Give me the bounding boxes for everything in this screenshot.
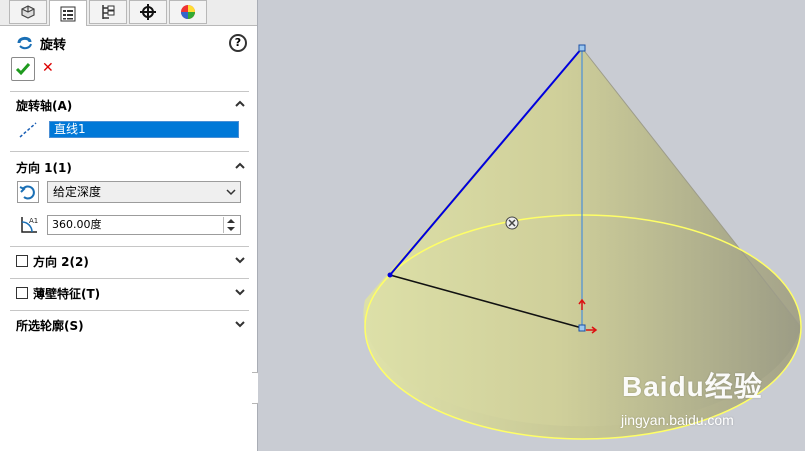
- svg-text:A1: A1: [29, 217, 38, 225]
- section-title-selected-contours[interactable]: 所选轮廓(S): [16, 317, 84, 334]
- angle-icon: A1: [21, 217, 38, 233]
- sketch-point[interactable]: [387, 272, 393, 278]
- section-title-axis[interactable]: 旋转轴(A): [16, 97, 72, 114]
- check-icon: [15, 63, 31, 76]
- display-manager-icon: [181, 5, 195, 19]
- baidu-watermark-url: jingyan.baidu.com: [621, 412, 734, 428]
- stepper-arrows-icon: [227, 219, 235, 231]
- property-manager-panel: 旋转 ? ✕ 旋转轴(A) 直线1 方向 1(1) 给定深度 A1 360.00…: [0, 0, 258, 451]
- section-title-direction1[interactable]: 方向 1(1): [16, 159, 72, 176]
- chevron-up-icon[interactable]: [234, 160, 246, 172]
- angle-value: 360.00度: [52, 218, 102, 231]
- chevron-down-icon[interactable]: [234, 318, 246, 330]
- origin-point[interactable]: [578, 324, 586, 332]
- manager-tabs: [0, 0, 257, 26]
- baidu-watermark: Baidu经验: [622, 365, 763, 405]
- dimxpert-icon: [140, 4, 156, 20]
- section-title-direction2[interactable]: 方向 2(2): [33, 253, 89, 270]
- axis-selection-field[interactable]: 直线1: [49, 121, 239, 138]
- property-manager-icon: [60, 6, 76, 21]
- tab-configuration-manager[interactable]: [89, 0, 127, 24]
- mouse-pointer-icon: [505, 216, 519, 230]
- reverse-direction-icon[interactable]: [17, 181, 39, 203]
- feature-title: 旋转: [40, 38, 67, 53]
- apex-point[interactable]: [578, 44, 586, 52]
- axis-line-icon: [19, 122, 37, 138]
- help-icon[interactable]: ?: [229, 34, 247, 52]
- divider: [10, 91, 249, 92]
- tab-feature-manager[interactable]: [9, 0, 47, 24]
- thin-feature-checkbox[interactable]: [16, 287, 28, 299]
- end-condition-select[interactable]: 给定深度: [47, 181, 241, 203]
- divider: [10, 278, 249, 279]
- chevron-down-icon[interactable]: [234, 286, 246, 298]
- revolve-feature-icon: [17, 36, 32, 50]
- tab-property-manager[interactable]: [49, 0, 87, 26]
- section-title-thin-feature[interactable]: 薄壁特征(T): [33, 285, 100, 302]
- tab-display-manager[interactable]: [169, 0, 207, 24]
- chevron-up-icon[interactable]: [234, 98, 246, 110]
- ok-button[interactable]: [11, 57, 35, 81]
- configuration-manager-icon: [102, 5, 115, 19]
- feature-manager-icon: [21, 5, 35, 19]
- angle-stepper[interactable]: [223, 217, 238, 233]
- divider: [10, 151, 249, 152]
- divider: [10, 246, 249, 247]
- divider: [10, 310, 249, 311]
- cancel-button[interactable]: ✕: [42, 60, 54, 76]
- end-condition-value: 给定深度: [53, 185, 102, 199]
- angle-input[interactable]: 360.00度: [47, 215, 241, 235]
- tab-dimxpert[interactable]: [129, 0, 167, 24]
- baidu-watermark-brand: Baidu经验: [622, 371, 763, 402]
- direction2-checkbox[interactable]: [16, 255, 28, 267]
- chevron-down-icon: [226, 189, 236, 196]
- chevron-down-icon[interactable]: [234, 254, 246, 266]
